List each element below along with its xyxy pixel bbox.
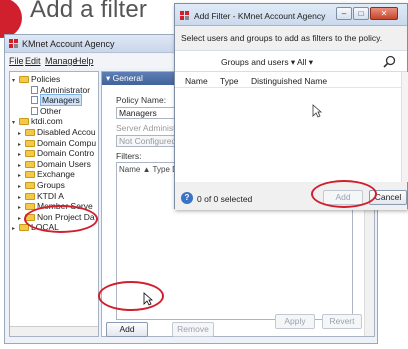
tree-item-label: Domain Contro [37,148,95,159]
apply-button: Apply [275,314,315,329]
document-icon [31,85,38,94]
tree-item[interactable]: Other [24,106,61,116]
menu-edit[interactable]: Edit [25,56,41,66]
tree-item-label: Exchange [37,169,75,180]
dialog-results-list[interactable]: Name Type Distinguished Name [175,72,408,182]
revert-button: Revert [322,314,362,329]
tree-item[interactable]: ▸ Disabled Accou [18,127,96,137]
tree-item[interactable]: ▸ Member Serve [18,201,93,211]
folder-icon [25,203,35,211]
dialog-vertical-scrollbar[interactable] [401,72,408,182]
tree-item[interactable]: Administrator [24,85,90,95]
menu-manage[interactable]: Manage [45,56,78,66]
close-icon: ✕ [380,9,388,18]
dialog-add-button: Add [323,190,363,205]
tree-item-label: Disabled Accou [37,127,96,137]
add-filter-dialog: Add Filter - KMnet Account Agency – □ ✕ … [174,3,408,210]
folder-icon [25,182,35,189]
tree-item[interactable]: ▸ KTDI A [18,191,64,201]
section-title: General [112,73,143,83]
mouse-pointer-icon [143,292,153,306]
step-badge [0,0,22,38]
maximize-button[interactable]: □ [353,7,369,20]
dialog-footer: ? 0 of 0 selected Add Cancel [175,184,407,210]
column-type[interactable]: Type [220,76,238,86]
remove-button: Remove [172,322,214,337]
tree-item[interactable]: ▾ Policies [12,74,60,84]
dialog-instruction: Select users and groups to add as filter… [181,33,383,43]
folder-icon [25,129,35,136]
folder-icon [25,160,35,168]
maximize-icon: □ [358,9,364,18]
tree-item[interactable]: ▸ Groups [18,180,65,190]
column-name[interactable]: Name [185,76,208,86]
column-distinguished-name[interactable]: Distinguished Name [251,76,327,86]
tree-item[interactable]: Managers [24,94,82,107]
tree-item-label: Other [40,105,62,116]
expand-arrow-icon[interactable]: ▾ [12,76,19,86]
folder-icon [25,213,35,221]
document-icon [31,96,38,105]
tree-item-label: Groups [37,180,65,190]
folder-icon [25,139,35,147]
tree-item[interactable]: ▾ ktdi.com [12,116,63,126]
dialog-filter-bar: Groups and users ▾ All ▾ [175,50,407,72]
minimize-button[interactable]: – [336,7,352,20]
tree-item[interactable]: ▸ Domain Users [18,159,91,169]
scope-filter-dropdown[interactable]: All ▾ [297,57,313,68]
tree-item[interactable]: ▸ Domain Contro [18,148,94,158]
tree-item-label: LOCAL [31,222,59,233]
menu-help[interactable]: Help [75,56,94,66]
help-icon[interactable]: ? [181,192,193,204]
collapse-arrow-icon[interactable]: ▸ [12,224,19,234]
column-header-divider [175,87,408,88]
folder-icon [19,118,29,126]
tree-item[interactable]: ▸ Exchange [18,169,75,179]
close-button[interactable]: ✕ [370,7,398,20]
tree-horizontal-scrollbar[interactable] [10,326,98,336]
folder-icon [25,150,35,158]
tree-item-label: Policies [31,74,61,84]
tree-item-label: Member Serve [37,201,93,212]
minimize-icon: – [341,9,347,18]
add-button[interactable]: Add [106,322,148,337]
collapse-arrow-icon: ▾ [106,73,113,83]
tree-item-label: Non Project Da [37,211,95,222]
tree-item-label: Domain Compu [37,137,97,148]
page-heading: Add a filter [30,0,148,23]
filters-label: Filters: [116,151,142,161]
selection-status: 0 of 0 selected [197,194,253,204]
tree-item-label: Administrator [40,84,91,95]
dialog-titlebar: Add Filter - KMnet Account Agency – □ ✕ [175,4,407,26]
document-icon [31,106,38,115]
folder-icon [19,224,29,232]
menu-file[interactable]: File [9,56,24,66]
app-logo-icon [9,39,18,48]
navigation-tree: ▾ Policies Administrator Managers Other ▾ ktdi… [9,71,99,337]
dialog-cancel-button[interactable]: Cancel [369,190,407,205]
dialog-title: Add Filter - KMnet Account Agency [194,11,326,21]
folder-icon [25,171,35,179]
main-window-title: KMnet Account Agency [22,39,115,49]
tree-item[interactable]: ▸ LOCAL [12,222,59,232]
tree-item-label: Managers [40,94,82,107]
tree-item-label: ktdi.com [31,116,63,127]
policy-name-label: Policy Name: [116,95,167,105]
tree-item-label: Domain Users [37,158,91,169]
mouse-pointer-icon [312,104,322,118]
folder-icon [25,192,35,200]
folder-icon [19,76,29,83]
app-logo-icon [180,11,189,20]
type-filter-dropdown[interactable]: Groups and users ▾ [221,57,295,68]
tree-item[interactable]: ▸ Domain Compu [18,138,96,148]
search-icon[interactable] [383,55,396,68]
tree-item[interactable]: ▸ Non Project Da [18,212,95,222]
tree-item-label: KTDI A [37,190,64,201]
